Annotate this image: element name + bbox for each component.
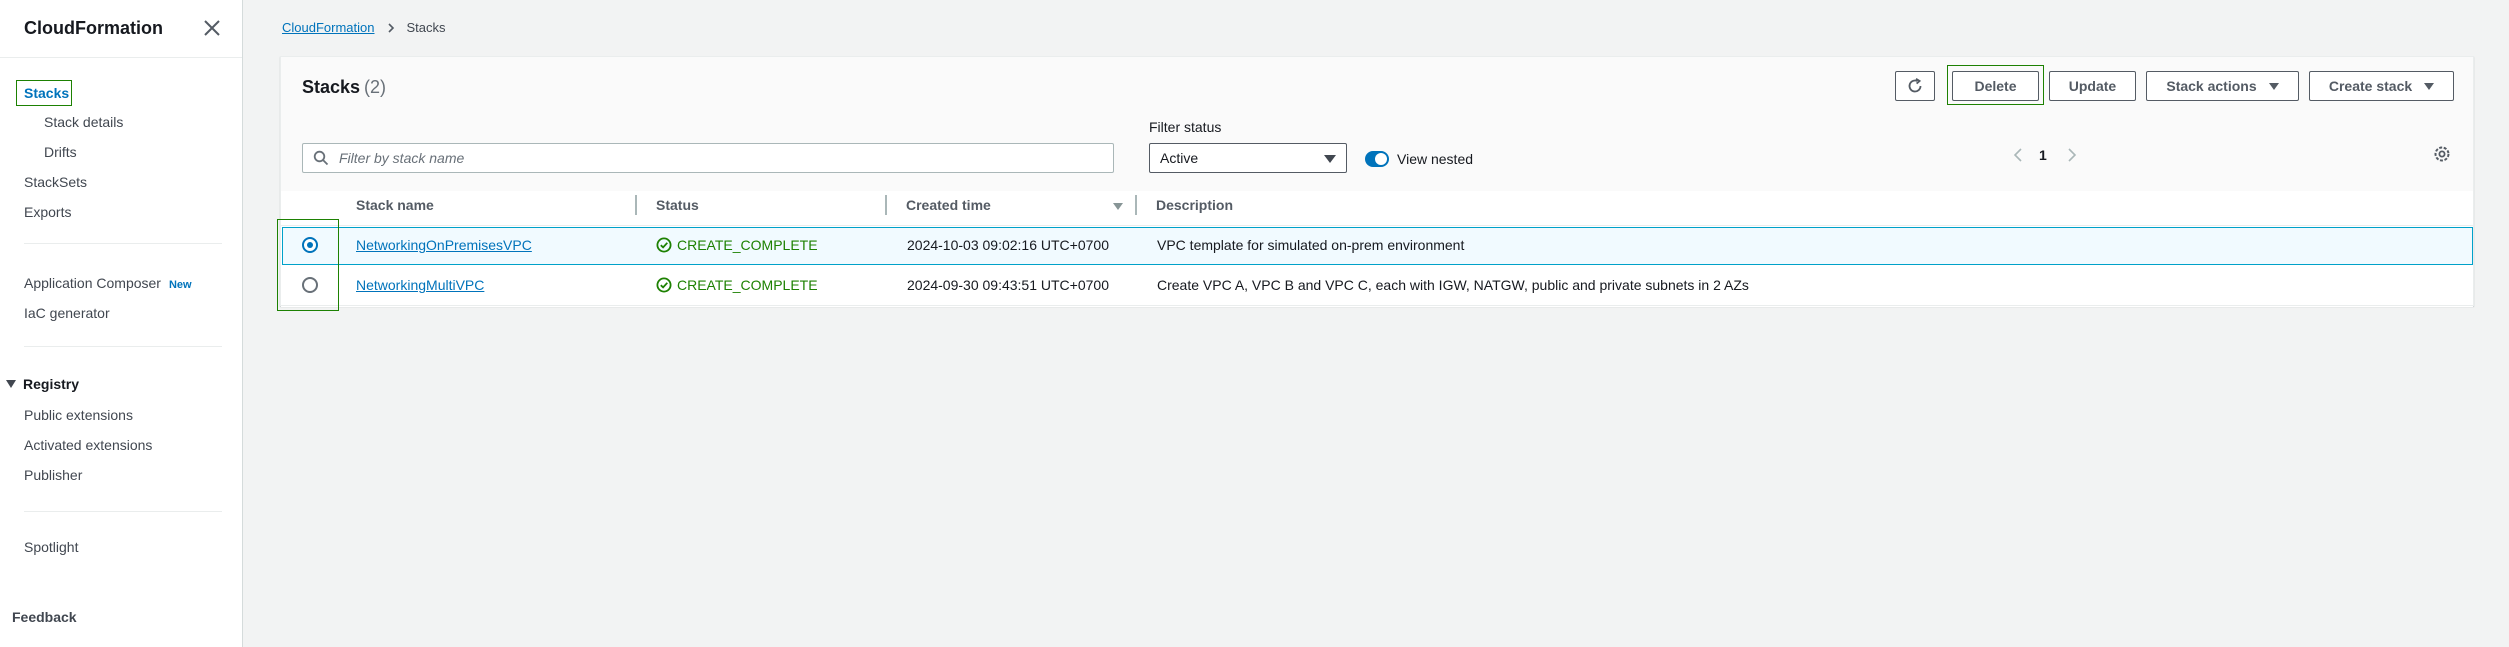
view-nested-toggle[interactable] (1365, 151, 1389, 167)
table-row-divider (281, 305, 2473, 306)
sidebar-divider (24, 511, 222, 512)
breadcrumb: CloudFormation Stacks (282, 20, 446, 35)
filter-status-select[interactable]: Active (1149, 143, 1347, 173)
sidebar-item-activated-extensions[interactable]: Activated extensions (24, 436, 152, 454)
sidebar-item-stacks[interactable]: Stacks (24, 84, 69, 102)
registry-section-label: Registry (23, 376, 80, 392)
sidebar-item-iac-generator[interactable]: IaC generator (24, 304, 110, 322)
view-nested-label: View nested (1397, 151, 1474, 167)
sidebar-header: CloudFormation (0, 0, 242, 58)
sidebar-item-application-composer[interactable]: Application Composer New (24, 274, 192, 294)
stacks-panel: Stacks (2) Delete Update Stack actions Cr… (277, 56, 2474, 311)
side-navigation: CloudFormation Stacks Stack details Drif… (0, 0, 243, 647)
stack-search-field[interactable] (302, 143, 1114, 173)
update-button[interactable]: Update (2049, 71, 2136, 101)
delete-button[interactable]: Delete (1952, 71, 2039, 101)
sidebar-title[interactable]: CloudFormation (24, 18, 163, 39)
stack-actions-label: Stack actions (2166, 78, 2257, 94)
sidebar-item-exports[interactable]: Exports (24, 203, 71, 221)
caret-down-icon (2268, 82, 2279, 90)
sidebar-item-public-extensions[interactable]: Public extensions (24, 406, 133, 424)
panel-title: Stacks (2) (302, 77, 386, 98)
column-header-created-time[interactable]: Created time (906, 197, 991, 213)
column-resizer[interactable] (635, 195, 637, 215)
breadcrumb-current: Stacks (406, 20, 446, 35)
sidebar-divider (24, 243, 222, 244)
next-page-icon[interactable] (2065, 145, 2079, 165)
sidebar-item-spotlight[interactable]: Spotlight (24, 538, 78, 556)
panel-title-text: Stacks (302, 77, 361, 97)
sidebar-item-stacksets[interactable]: StackSets (24, 173, 87, 191)
column-resizer[interactable] (1135, 195, 1137, 215)
create-stack-label: Create stack (2328, 78, 2413, 94)
feedback-link[interactable]: Feedback (12, 609, 77, 625)
status-text: CREATE_COMPLETE (677, 277, 818, 293)
column-resizer[interactable] (885, 195, 887, 215)
row-select-radio[interactable] (302, 277, 318, 293)
sidebar-item-drifts[interactable]: Drifts (44, 143, 77, 161)
filter-status-value: Active (1160, 150, 1199, 166)
column-header-stack-name[interactable]: Stack name (356, 197, 434, 213)
filter-status-label: Filter status (1149, 119, 1222, 135)
search-icon (313, 150, 329, 166)
stack-description: Create VPC A, VPC B and VPC C, each with… (1157, 277, 1749, 293)
previous-page-icon[interactable] (2011, 145, 2025, 165)
caret-down-icon (6, 380, 16, 388)
gear-icon[interactable] (2431, 143, 2453, 165)
page-number[interactable]: 1 (2039, 147, 2047, 163)
refresh-button[interactable] (1895, 71, 1935, 101)
refresh-icon (1908, 78, 1922, 93)
status-badge: CREATE_COMPLETE (656, 277, 818, 293)
selection-column-highlight (277, 219, 339, 311)
stack-description: VPC template for simulated on-prem envir… (1157, 237, 1465, 253)
chevron-right-icon (387, 22, 394, 33)
toggle-knob (1375, 153, 1387, 165)
stack-name-link[interactable]: NetworkingMultiVPC (356, 277, 484, 293)
create-stack-dropdown[interactable]: Create stack (2309, 71, 2454, 101)
column-header-description[interactable]: Description (1156, 197, 1233, 213)
column-header-status[interactable]: Status (656, 197, 699, 213)
stack-name-link[interactable]: NetworkingOnPremisesVPC (356, 237, 532, 253)
status-badge: CREATE_COMPLETE (656, 237, 818, 253)
check-circle-icon (656, 237, 672, 253)
close-icon[interactable] (202, 18, 222, 38)
caret-down-icon (1324, 155, 1336, 163)
registry-section-toggle[interactable]: Registry (6, 376, 79, 392)
stack-count: (2) (364, 77, 387, 97)
status-text: CREATE_COMPLETE (677, 237, 818, 253)
sidebar-item-label: Application Composer (24, 275, 161, 291)
sidebar-divider (24, 346, 222, 347)
app: CloudFormation Stacks Stack details Drif… (0, 0, 2509, 647)
created-time: 2024-10-03 09:02:16 UTC+0700 (907, 237, 1109, 253)
sidebar-item-publisher[interactable]: Publisher (24, 466, 82, 484)
sort-descending-icon[interactable] (1113, 203, 1123, 210)
stack-actions-dropdown[interactable]: Stack actions (2146, 71, 2299, 101)
caret-down-icon (2424, 82, 2435, 90)
new-badge: New (168, 279, 192, 291)
sidebar-item-stack-details[interactable]: Stack details (44, 113, 123, 131)
created-time: 2024-09-30 09:43:51 UTC+0700 (907, 277, 1109, 293)
row-select-radio[interactable] (302, 237, 318, 253)
breadcrumb-root-link[interactable]: CloudFormation (282, 20, 375, 35)
search-input[interactable] (339, 150, 1099, 166)
table-header-divider (281, 225, 2473, 226)
check-circle-icon (656, 277, 672, 293)
